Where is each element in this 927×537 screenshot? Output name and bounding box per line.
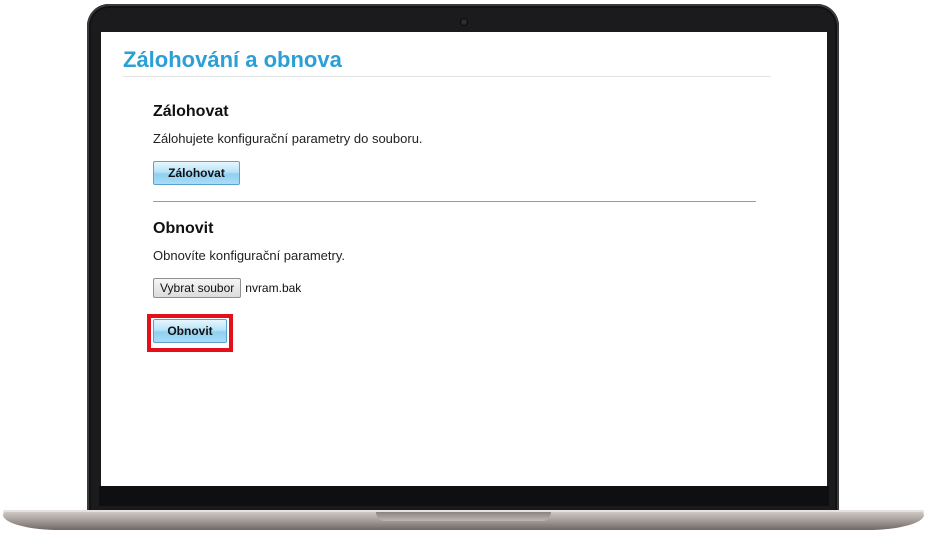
- screen-bezel: [99, 486, 829, 506]
- backup-description: Zálohujete konfigurační parametry do sou…: [153, 131, 423, 146]
- laptop-notch: [376, 512, 551, 521]
- restore-button-highlight: [147, 314, 233, 352]
- webcam-icon: [461, 19, 467, 25]
- selected-file-name: nvram.bak: [245, 281, 302, 295]
- file-input: Vybrat soubor nvram.bak: [153, 278, 301, 298]
- page-title: Zálohování a obnova: [123, 47, 342, 72]
- backup-button[interactable]: Zálohovat: [153, 161, 240, 185]
- screen: Zálohování a obnova Zálohovat Zálohujete…: [101, 32, 827, 486]
- backup-section-title: Zálohovat: [153, 103, 229, 120]
- choose-file-button[interactable]: Vybrat soubor: [153, 278, 242, 298]
- section-divider: [153, 201, 756, 202]
- restore-description: Obnovíte konfigurační parametry.: [153, 248, 345, 263]
- restore-section-title: Obnovit: [153, 220, 214, 237]
- title-divider: [123, 76, 771, 77]
